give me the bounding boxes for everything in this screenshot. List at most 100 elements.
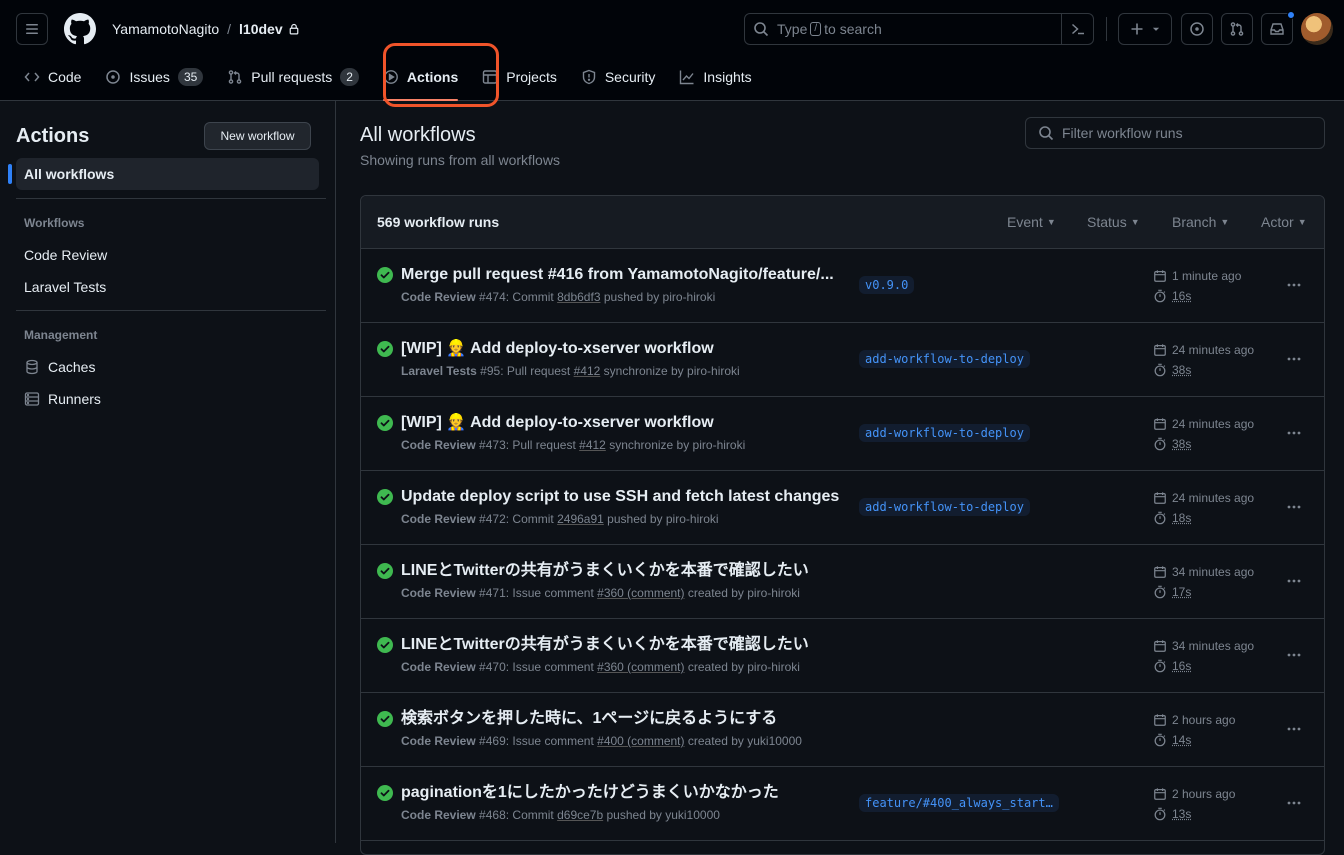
run-number: #469 bbox=[479, 734, 506, 748]
stopwatch-icon bbox=[1154, 733, 1166, 747]
run-ref-link[interactable]: #360 (comment) bbox=[597, 586, 684, 600]
branch-label[interactable]: add-workflow-to-deploy bbox=[859, 350, 1030, 368]
run-title[interactable]: Merge pull request #416 from YamamotoNag… bbox=[401, 265, 834, 285]
code-icon bbox=[24, 72, 40, 82]
run-meta: Code Review #470: Issue comment #360 (co… bbox=[401, 660, 800, 674]
github-logo-icon[interactable] bbox=[64, 13, 96, 45]
chevron-down-icon: ▼ bbox=[1046, 217, 1056, 227]
run-number: #468 bbox=[479, 808, 506, 822]
tab-actions-label: Actions bbox=[406, 69, 459, 85]
tab-pull-requests[interactable]: Pull requests 2 bbox=[219, 60, 367, 94]
avatar[interactable] bbox=[1301, 13, 1333, 45]
run-ref-link[interactable]: 2496a91 bbox=[557, 512, 604, 526]
tab-code[interactable]: Code bbox=[16, 60, 89, 94]
calendar-icon bbox=[1154, 418, 1166, 430]
run-menu-button[interactable] bbox=[1279, 425, 1309, 441]
run-ref-link[interactable]: #412 bbox=[579, 438, 606, 452]
run-workflow-name: Code Review bbox=[401, 290, 476, 304]
run-title[interactable]: LINEとTwitterの共有がうまくいくかを本番で確認したい bbox=[401, 561, 809, 581]
run-kind: Commit bbox=[512, 512, 554, 526]
run-kind: Pull request bbox=[512, 438, 576, 452]
workflow-run-row[interactable]: LINEとTwitterの共有がうまくいくかを本番で確認したい Code Rev… bbox=[361, 619, 1324, 693]
new-workflow-button[interactable]: New workflow bbox=[204, 122, 311, 150]
workflow-run-row[interactable]: Update deploy script to use SSH and fetc… bbox=[361, 471, 1324, 545]
search-input[interactable]: Type / to search bbox=[744, 13, 1094, 45]
command-palette-button[interactable] bbox=[1061, 14, 1093, 44]
menu-button[interactable] bbox=[16, 13, 48, 45]
actor-filter[interactable]: Actor ▼ bbox=[1261, 214, 1307, 230]
run-title[interactable]: [WIP] 👷 Add deploy-to-xserver workflow bbox=[401, 339, 714, 359]
run-menu-button[interactable] bbox=[1279, 351, 1309, 367]
status-filter-label: Status bbox=[1087, 214, 1127, 230]
run-menu-button[interactable] bbox=[1279, 499, 1309, 515]
workflow-run-row[interactable]: LINEとTwitterの共有がうまくいくかを本番で確認したい Code Rev… bbox=[361, 545, 1324, 619]
database-icon bbox=[26, 359, 38, 375]
run-title[interactable]: Update deploy script to use SSH and fetc… bbox=[401, 487, 839, 507]
workflow-run-row[interactable]: paginationを1にしたかったけどうまくいかなかった Code Revie… bbox=[361, 767, 1324, 841]
sidebar-item-code-review[interactable]: Code Review bbox=[24, 247, 107, 263]
tab-security[interactable]: Security bbox=[573, 60, 664, 94]
run-workflow-name: Code Review bbox=[401, 734, 476, 748]
branch-label[interactable]: add-workflow-to-deploy bbox=[859, 498, 1030, 516]
run-menu-button[interactable] bbox=[1279, 277, 1309, 293]
run-time: 24 minutes ago bbox=[1153, 343, 1254, 357]
run-ref-link[interactable]: 8db6df3 bbox=[557, 290, 600, 304]
owner-link[interactable]: YamamotoNagito bbox=[112, 19, 219, 39]
run-time: 24 minutes ago bbox=[1153, 491, 1254, 505]
branch-label[interactable]: add-workflow-to-deploy bbox=[859, 424, 1030, 442]
run-time: 34 minutes ago bbox=[1153, 639, 1254, 653]
kebab-horizontal-icon bbox=[1287, 357, 1301, 361]
tab-projects[interactable]: Projects bbox=[474, 60, 565, 94]
run-meta: Code Review #469: Issue comment #400 (co… bbox=[401, 734, 802, 748]
run-title[interactable]: 検索ボタンを押した時に、1ページに戻るようにする bbox=[401, 709, 777, 729]
actions-sidebar: Actions New workflow All workflows Workf… bbox=[0, 101, 336, 843]
run-ref-link[interactable]: d69ce7b bbox=[557, 808, 603, 822]
chevron-down-icon: ▼ bbox=[1297, 217, 1307, 227]
run-action: pushed by yuki10000 bbox=[606, 808, 720, 822]
repo-tabs: Code Issues 35 Pull requests 2 Actions P… bbox=[16, 60, 768, 101]
event-filter[interactable]: Event ▼ bbox=[1007, 214, 1056, 230]
status-filter[interactable]: Status ▼ bbox=[1087, 214, 1140, 230]
run-menu-button[interactable] bbox=[1279, 721, 1309, 737]
run-duration-value: 38s bbox=[1172, 437, 1192, 451]
tab-actions[interactable]: Actions bbox=[375, 60, 466, 101]
pull-requests-button[interactable] bbox=[1221, 13, 1253, 45]
tab-insights[interactable]: Insights bbox=[671, 60, 759, 94]
run-menu-button[interactable] bbox=[1279, 647, 1309, 663]
calendar-icon bbox=[1154, 714, 1166, 726]
inbox-button[interactable] bbox=[1261, 11, 1295, 45]
sidebar-item-caches-label: Caches bbox=[48, 359, 96, 375]
run-duration-value: 18s bbox=[1172, 511, 1192, 525]
plus-icon bbox=[1131, 23, 1143, 35]
branch-label[interactable]: v0.9.0 bbox=[859, 276, 915, 294]
run-menu-button[interactable] bbox=[1279, 795, 1309, 811]
run-ref-link[interactable]: #360 (comment) bbox=[597, 660, 684, 674]
run-menu-button[interactable] bbox=[1279, 573, 1309, 589]
search-placeholder-suffix: to search bbox=[824, 21, 882, 37]
run-ref-link[interactable]: #400 (comment) bbox=[597, 734, 684, 748]
sidebar-item-caches[interactable]: Caches bbox=[24, 359, 95, 375]
run-title[interactable]: paginationを1にしたかったけどうまくいかなかった bbox=[401, 783, 779, 803]
filter-workflow-runs-input[interactable]: Filter workflow runs bbox=[1025, 117, 1325, 149]
create-new-button[interactable] bbox=[1118, 13, 1172, 45]
workflow-run-row[interactable]: 検索ボタンを押した時に、1ページに戻るようにする Code Review #46… bbox=[361, 693, 1324, 767]
workflow-run-row[interactable]: [WIP] 👷 Add deploy-to-xserver workflow C… bbox=[361, 397, 1324, 471]
run-title[interactable]: [WIP] 👷 Add deploy-to-xserver workflow bbox=[401, 413, 714, 433]
sidebar-item-laravel-tests[interactable]: Laravel Tests bbox=[24, 279, 106, 295]
tab-issues[interactable]: Issues 35 bbox=[97, 60, 211, 94]
issues-button[interactable] bbox=[1181, 13, 1213, 45]
run-title[interactable]: LINEとTwitterの共有がうまくいくかを本番で確認したい bbox=[401, 635, 809, 655]
workflow-run-row[interactable]: [WIP] 👷 Add deploy-to-xserver workflow L… bbox=[361, 323, 1324, 397]
sidebar-item-runners[interactable]: Runners bbox=[24, 391, 101, 407]
run-ref-link[interactable]: #412 bbox=[574, 364, 601, 378]
run-action: synchronize by piro-hiroki bbox=[603, 364, 740, 378]
workflow-run-row[interactable]: Merge pull request #416 from YamamotoNag… bbox=[361, 249, 1324, 323]
calendar-icon bbox=[1154, 270, 1166, 282]
run-time-ago: 2 hours ago bbox=[1172, 787, 1236, 801]
branch-filter[interactable]: Branch ▼ bbox=[1172, 214, 1229, 230]
sidebar-item-all-workflows[interactable]: All workflows bbox=[8, 158, 319, 190]
branch-label[interactable]: feature/#400_always_start… bbox=[859, 794, 1059, 812]
run-kind: Pull request bbox=[506, 364, 571, 378]
repo-link[interactable]: l10dev bbox=[239, 19, 283, 39]
graph-icon bbox=[680, 70, 694, 85]
